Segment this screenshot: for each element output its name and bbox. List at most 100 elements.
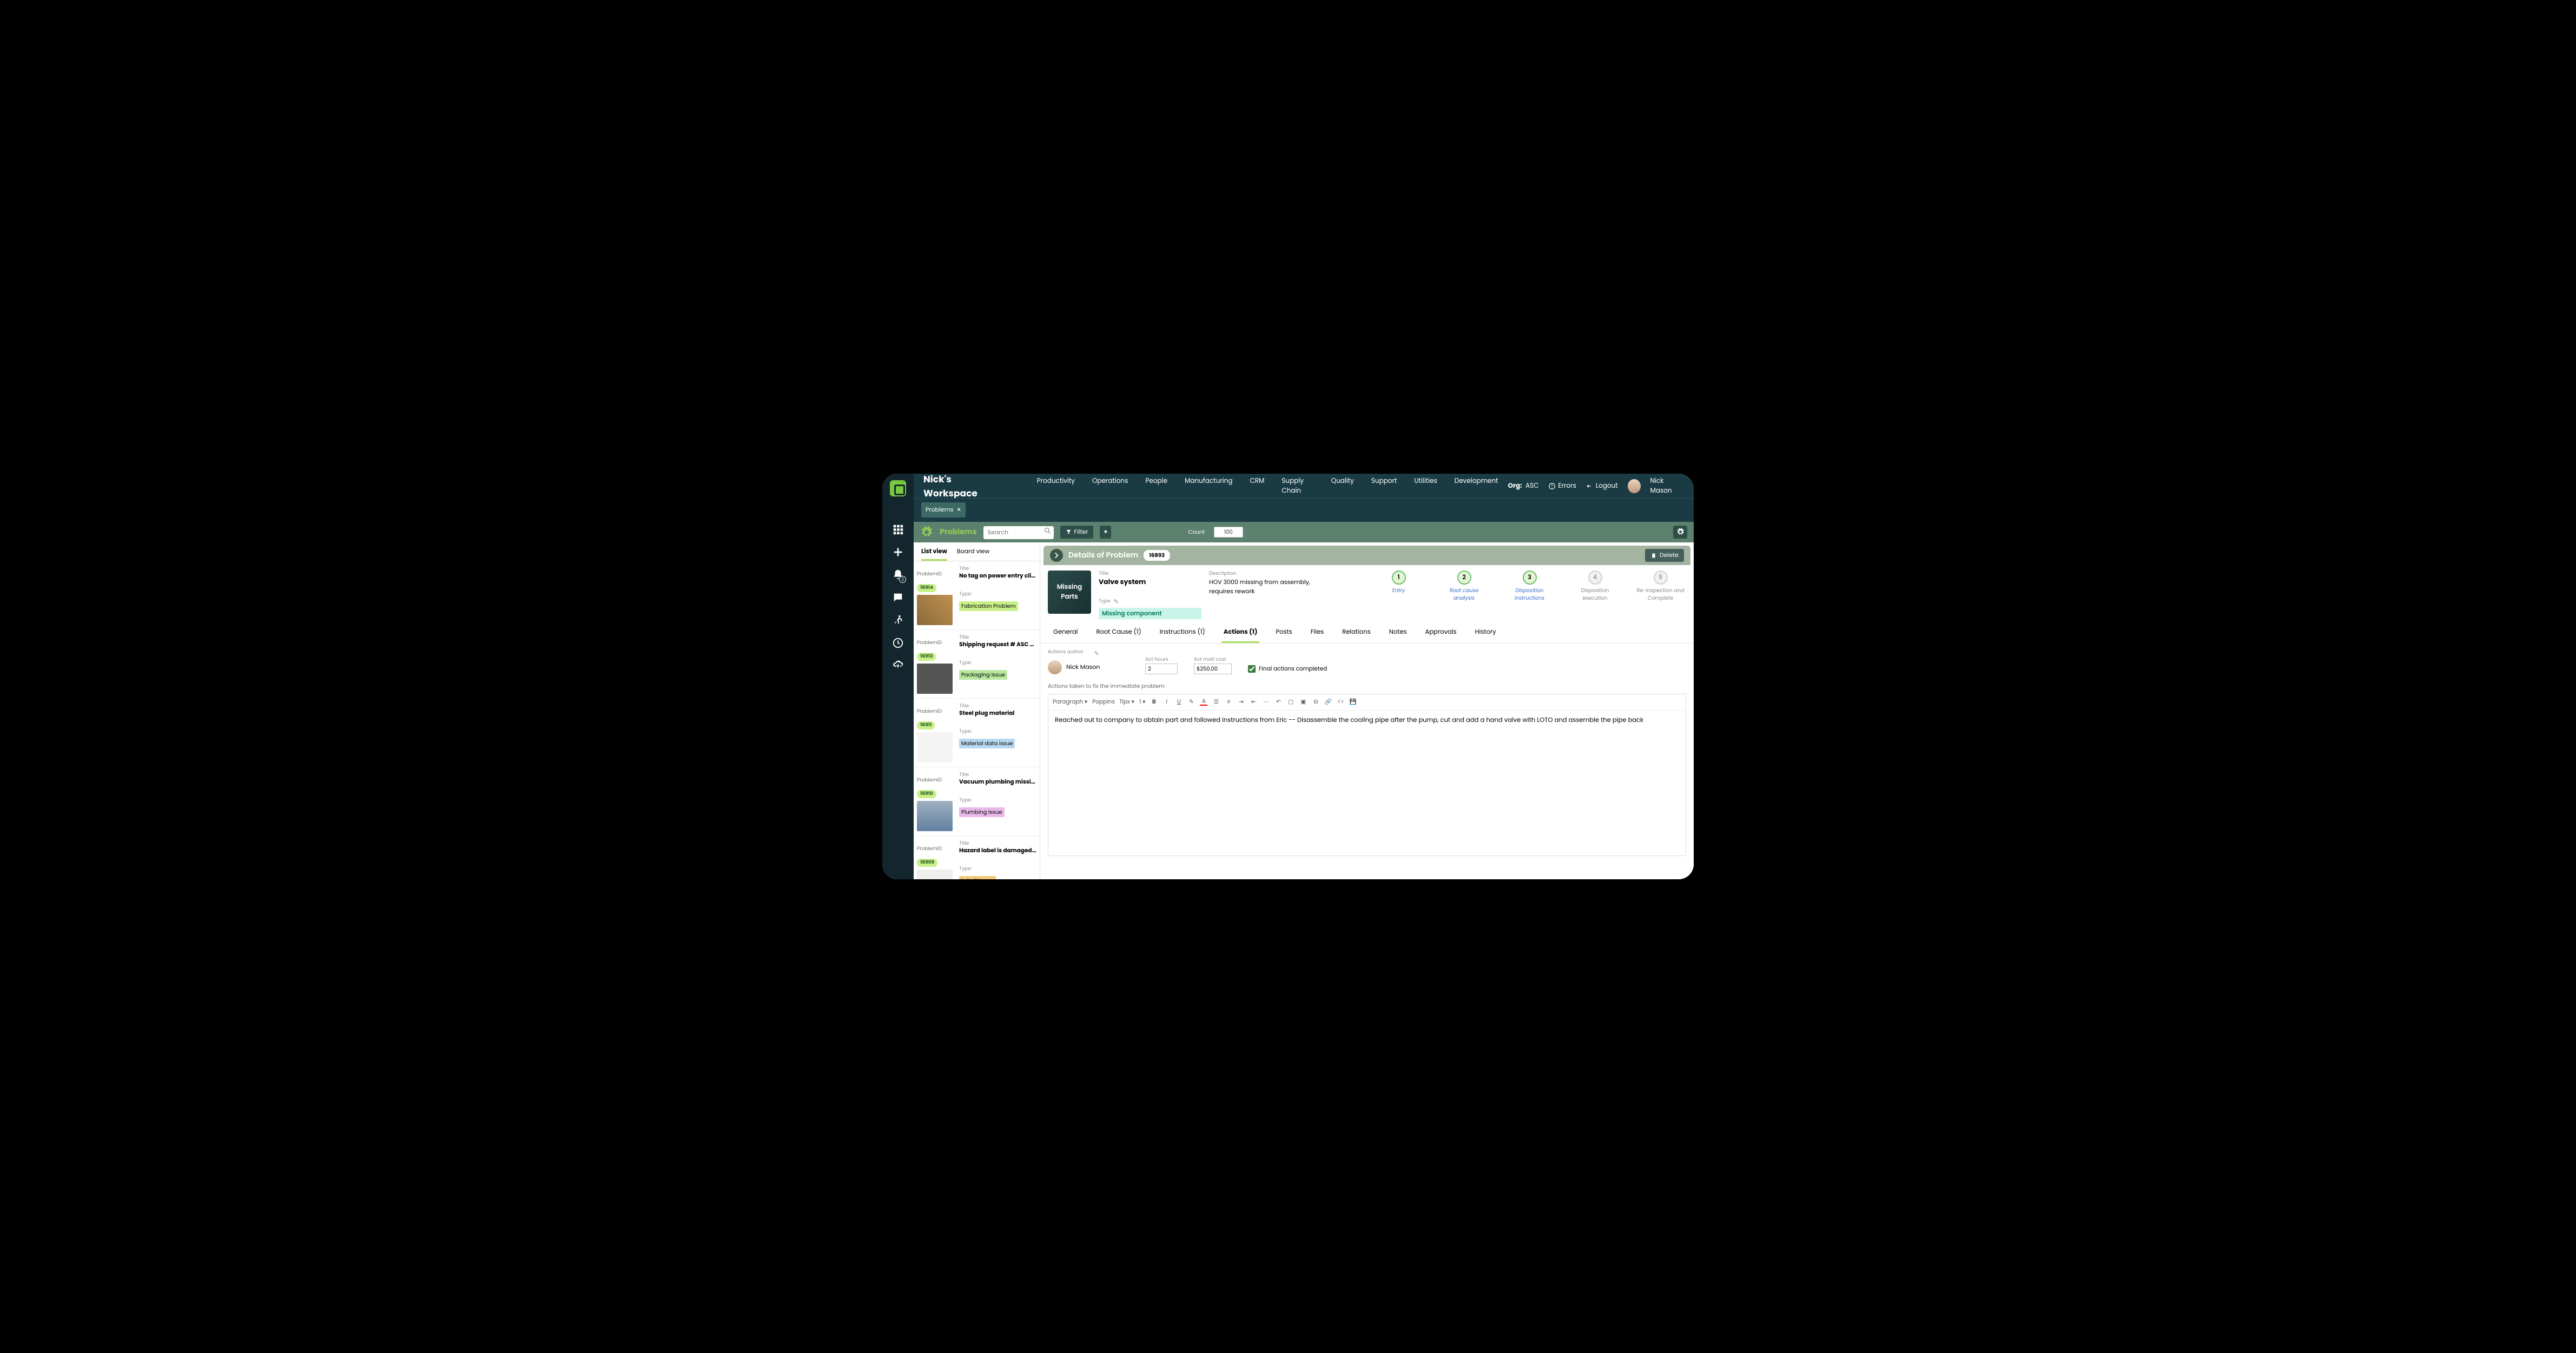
chat-icon[interactable] [892, 592, 904, 603]
close-tab-icon[interactable]: × [957, 505, 961, 515]
search-input-wrap [983, 525, 1054, 539]
list-item-type: Label issues [959, 876, 996, 879]
list-item[interactable]: ProblemID 16911TitleSteel plug materialT… [914, 699, 1040, 767]
act-cost-input[interactable] [1194, 664, 1232, 674]
list-item-title: Hazard label is damaged on door [959, 847, 1036, 854]
link-icon[interactable]: 🔗 [1324, 698, 1332, 706]
act-hours-input[interactable] [1145, 664, 1178, 674]
detail-tab-notes[interactable]: Notes [1387, 625, 1409, 643]
detail-title: Details of Problem [1068, 549, 1138, 561]
nav-development[interactable]: Development [1455, 476, 1498, 496]
detail-tab-files[interactable]: Files [1309, 625, 1326, 643]
list-item-type: Fabrication Problem [959, 601, 1018, 611]
code-icon[interactable]: <> [1337, 698, 1344, 706]
nav-support[interactable]: Support [1371, 476, 1397, 496]
nav-quality[interactable]: Quality [1331, 476, 1354, 496]
underline-icon[interactable]: U [1175, 698, 1183, 706]
logout-link[interactable]: Logout [1586, 481, 1618, 491]
image-icon[interactable]: ▢ [1287, 698, 1294, 706]
workflow-step[interactable]: 1Entry [1373, 571, 1424, 619]
thumbnail [917, 595, 953, 625]
detail-tab-relations[interactable]: Relations [1340, 625, 1372, 643]
detail-tab-root-cause-[interactable]: Root Cause (1) [1094, 625, 1143, 643]
outdent-icon[interactable]: ⇤ [1250, 698, 1257, 706]
bullet-list-icon[interactable]: ☰ [1212, 698, 1220, 706]
save-icon[interactable]: 💾 [1349, 698, 1357, 706]
final-actions-checkbox[interactable] [1248, 665, 1256, 673]
back-button[interactable] [1050, 549, 1063, 562]
thumbnail [917, 801, 953, 831]
detail-tab-instructions-[interactable]: Instructions (1) [1158, 625, 1207, 643]
plus-icon[interactable] [892, 546, 904, 558]
add-button[interactable]: + [1100, 526, 1111, 539]
workspace-title: Nick's Workspace [923, 474, 1006, 500]
problem-title: Valve system [1099, 578, 1201, 587]
rte-size-select[interactable]: 11px ▾ [1120, 698, 1134, 706]
user-name: Nick Mason [1650, 476, 1685, 496]
detail-summary-row: Missing Parts Title Valve system Type ✎ … [1040, 565, 1694, 625]
detail-tab-general[interactable]: General [1051, 625, 1080, 643]
topbar: Nick's Workspace ProductivityOperationsP… [914, 474, 1694, 498]
nav-operations[interactable]: Operations [1092, 476, 1128, 496]
desc-label: Description [1209, 571, 1323, 578]
apps-icon[interactable] [892, 523, 904, 535]
detail-tab-posts[interactable]: Posts [1273, 625, 1294, 643]
list-item-title: No tag on power entry clips for fan [959, 573, 1036, 580]
list-item[interactable]: ProblemID 16910TitleVacuum plumbing miss… [914, 767, 1040, 836]
list-item[interactable]: ProblemID 16909TitleHazard label is dama… [914, 836, 1040, 880]
settings-button[interactable] [1673, 526, 1687, 539]
open-tab-problems[interactable]: Problems × [921, 502, 966, 518]
detail-tab-approvals[interactable]: Approvals [1423, 625, 1459, 643]
workflow-step[interactable]: 5Re-inspection and Complete [1635, 571, 1686, 619]
detail-tab-actions-[interactable]: Actions (1) [1221, 625, 1260, 643]
rte-paragraph-select[interactable]: Paragraph ▾ [1053, 698, 1087, 706]
app-logo[interactable] [890, 480, 906, 496]
embed-icon[interactable]: ⧉ [1312, 698, 1319, 706]
problem-description: HOV 3000 missing from assembly, requires… [1209, 578, 1323, 596]
detail-tab-history[interactable]: History [1473, 625, 1498, 643]
clock-icon[interactable] [892, 637, 904, 649]
filter-button[interactable]: Filter [1060, 526, 1094, 539]
more-icon[interactable]: ⋯ [1262, 698, 1270, 706]
tab-board-view[interactable]: Board view [957, 547, 989, 561]
highlight-icon[interactable]: ✎ [1187, 698, 1195, 706]
nav-manufacturing[interactable]: Manufacturing [1185, 476, 1232, 496]
rte-toolbar: Paragraph ▾ Poppins 11px ▾ 1 ▾ B I U ✎ A… [1048, 694, 1686, 711]
module-title: Problems [940, 526, 977, 538]
nav-productivity[interactable]: Productivity [1037, 476, 1075, 496]
edit-author-icon[interactable]: ✎ [1094, 649, 1099, 658]
undo-icon[interactable]: ↶ [1274, 698, 1282, 706]
nav-crm[interactable]: CRM [1250, 476, 1264, 496]
problem-type: Missing component [1099, 608, 1201, 619]
rte-font-select[interactable]: Poppins [1092, 698, 1115, 706]
running-icon[interactable] [892, 614, 904, 626]
rte-content[interactable]: Reached out to company to obtain part an… [1048, 711, 1686, 855]
list-item[interactable]: ProblemID 16913TitleShipping request # A… [914, 630, 1040, 699]
rich-text-editor: Paragraph ▾ Poppins 11px ▾ 1 ▾ B I U ✎ A… [1048, 694, 1686, 856]
top-nav: Productivity Operations People Manufacturin… [1037, 476, 1498, 496]
indent-icon[interactable]: ⇥ [1237, 698, 1245, 706]
user-avatar[interactable] [1628, 479, 1641, 493]
nav-utilities[interactable]: Utilities [1414, 476, 1437, 496]
delete-button[interactable]: Delete [1645, 549, 1684, 562]
bold-icon[interactable]: B [1150, 698, 1158, 706]
detail-tabs: General Root Cause (1) Instructions (1) Act… [1040, 625, 1694, 644]
edit-type-icon[interactable]: ✎ [1114, 597, 1119, 606]
align-left-icon[interactable]: ≡ [1225, 698, 1232, 706]
rte-lineheight-select[interactable]: 1 ▾ [1139, 698, 1145, 706]
text-color-icon[interactable]: A [1200, 698, 1207, 706]
workflow-step[interactable]: 3Disposition instructions [1504, 571, 1555, 619]
cloud-upload-icon[interactable] [892, 660, 904, 672]
tab-list-view[interactable]: List view [921, 547, 947, 561]
bell-icon[interactable]: 2 [892, 569, 904, 581]
thumbnail [917, 664, 953, 694]
nav-supply-chain[interactable]: Supply Chain [1282, 476, 1313, 496]
video-icon[interactable]: ▣ [1299, 698, 1307, 706]
errors-link[interactable]: Errors [1548, 481, 1576, 491]
list-item[interactable]: ProblemID 16914TitleNo tag on power entr… [914, 561, 1040, 630]
workflow-step[interactable]: 2Root cause analysis [1438, 571, 1490, 619]
workflow-step[interactable]: 4Disposition execution [1569, 571, 1621, 619]
problem-list: ProblemID 16914TitleNo tag on power entr… [914, 561, 1040, 880]
nav-people[interactable]: People [1145, 476, 1167, 496]
italic-icon[interactable]: I [1162, 698, 1170, 706]
